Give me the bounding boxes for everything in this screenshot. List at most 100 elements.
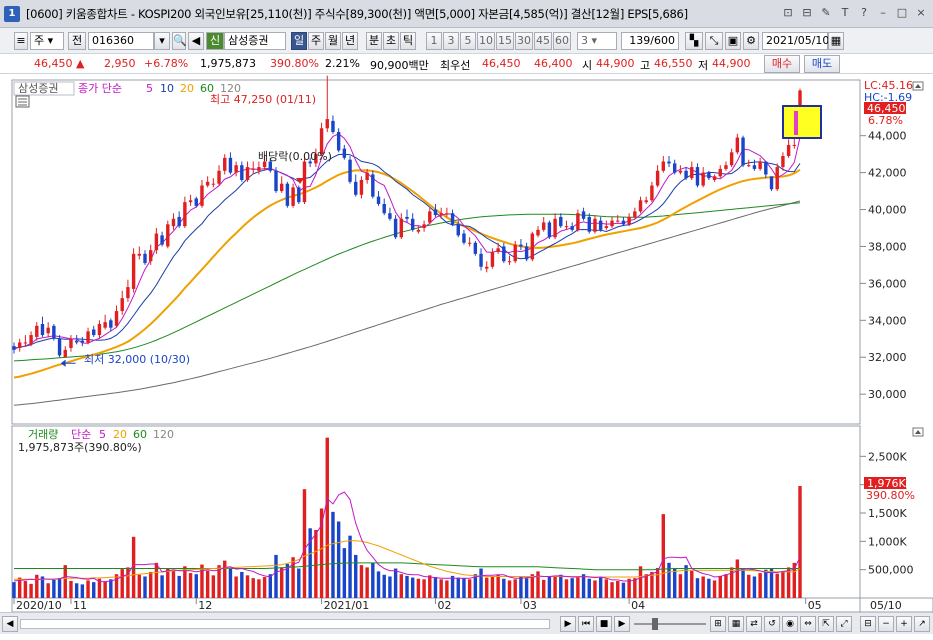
interval-1-button[interactable]: 1 xyxy=(426,32,442,50)
fit-icon[interactable]: ⇱ xyxy=(818,616,834,632)
candle-up xyxy=(46,327,50,334)
chart-settings-icon[interactable]: ⊞ xyxy=(710,616,726,632)
period-year-button[interactable]: 년 xyxy=(342,32,358,50)
candle-up xyxy=(513,244,517,262)
candle-down xyxy=(92,329,96,336)
calendar-icon[interactable]: ▦ xyxy=(828,32,844,50)
volume-bar-up xyxy=(496,574,500,598)
line-tool-icon[interactable]: ⤡ xyxy=(705,32,723,50)
prev-button[interactable]: 전 xyxy=(68,32,86,50)
candle-up xyxy=(467,242,472,244)
interval-45-button[interactable]: 45 xyxy=(534,32,552,50)
data-count-field[interactable]: 139/600 xyxy=(621,32,679,50)
x-axis-label: 03 xyxy=(523,599,537,612)
date-field[interactable]: 2021/05/10 xyxy=(762,32,829,50)
maximize-button[interactable]: □ xyxy=(894,5,910,21)
interval-3-button[interactable]: 3 xyxy=(443,32,459,50)
candle-up xyxy=(729,152,734,166)
current-price: 46,450 xyxy=(34,57,73,70)
volume-bar-up xyxy=(171,570,176,598)
interval-5-button[interactable]: 5 xyxy=(460,32,476,50)
zoom-slider-handle[interactable] xyxy=(652,618,658,630)
candle-down xyxy=(410,218,415,230)
chart-scrollbar[interactable]: ◀ ▶ ⏮ ■ ▶ ⊞ ▦ ⇄ ↺ ◉ ⇔ ⇱ ⤢ ⊟ − + ↗ xyxy=(0,612,933,634)
period-month-button[interactable]: 월 xyxy=(325,32,341,50)
play-button[interactable]: ▶ xyxy=(614,616,630,632)
ma10-legend: 10 xyxy=(160,82,174,95)
stop-button[interactable]: ■ xyxy=(596,616,612,632)
pan-icon[interactable]: ⤢ xyxy=(836,616,852,632)
code-dropdown-button[interactable]: ▾ xyxy=(154,32,170,50)
sell-button[interactable]: 매도 xyxy=(804,55,840,73)
speaker-icon[interactable]: ◀ xyxy=(188,32,204,50)
interval-select[interactable]: 3 ▾ xyxy=(577,32,617,50)
stock-code-input[interactable]: 016360 xyxy=(88,32,154,50)
interval-10-button[interactable]: 10 xyxy=(477,32,495,50)
stock-chart[interactable]: 44,000 42,000 40,000 38,000 36,000 34,000 32,0… xyxy=(0,43,933,613)
minimize-button[interactable]: – xyxy=(875,5,891,21)
open-label: 시 xyxy=(582,59,593,72)
x-axis-right-date: 05/10 xyxy=(870,599,902,612)
text-size-icon[interactable]: T xyxy=(837,5,853,21)
layout-icon[interactable]: ⊡ xyxy=(780,5,796,21)
period-day-button[interactable]: 일 xyxy=(291,32,307,50)
candle-down xyxy=(450,213,455,225)
expand-arrow-icon[interactable]: ↗ xyxy=(914,616,930,632)
period-select[interactable]: 주 ▾ xyxy=(30,32,64,50)
candle-down xyxy=(194,198,198,206)
chart-type-icon[interactable]: ▚ xyxy=(685,32,703,50)
interval-60-button[interactable]: 60 xyxy=(553,32,571,50)
gear-icon[interactable]: ⚙ xyxy=(743,32,759,50)
rewind-button[interactable]: ⏮ xyxy=(578,616,594,632)
volume-bar-up xyxy=(86,580,90,598)
volume-bar-up xyxy=(223,560,227,598)
candle-up xyxy=(490,252,495,267)
view-mode-icon[interactable]: ⊟ xyxy=(860,616,876,632)
scroll-left-button[interactable]: ◀ xyxy=(2,616,18,632)
help-icon[interactable]: ? xyxy=(856,5,872,21)
grid-icon[interactable]: ▦ xyxy=(728,616,744,632)
zoom-out-button[interactable]: − xyxy=(878,616,894,632)
link-icon[interactable]: ⇄ xyxy=(746,616,762,632)
volume-bar-up xyxy=(593,580,597,598)
chart-area[interactable]: 44,000 42,000 40,000 38,000 36,000 34,000 32,0… xyxy=(0,43,933,640)
candle-up xyxy=(200,185,204,206)
candle-up xyxy=(126,287,130,299)
period-second-button[interactable]: 초 xyxy=(383,32,399,50)
ruler-icon[interactable]: ⇔ xyxy=(800,616,816,632)
volume-bar-up xyxy=(513,579,517,598)
price-tick-label: 30,000 xyxy=(868,388,907,401)
up-arrow-icon: ▲ xyxy=(76,57,85,70)
candle-down xyxy=(388,213,392,219)
x-axis-label: 12 xyxy=(198,599,212,612)
current-pct-label: 6.78% xyxy=(868,114,903,127)
volume-bar-up xyxy=(661,514,666,598)
volume-bar-up xyxy=(701,576,705,598)
interval-30-button[interactable]: 30 xyxy=(515,32,533,50)
scroll-track[interactable] xyxy=(20,619,550,629)
search-icon[interactable]: 🔍 xyxy=(172,32,187,50)
list-icon[interactable]: ≡ xyxy=(14,32,28,50)
candle-up xyxy=(576,213,580,230)
period-tick-button[interactable]: 틱 xyxy=(400,32,416,50)
close-button[interactable]: × xyxy=(913,5,929,21)
realtime-indicator-box[interactable] xyxy=(782,105,822,139)
zoom-slider-track[interactable] xyxy=(634,623,706,625)
buy-button[interactable]: 매수 xyxy=(764,55,800,73)
split-icon[interactable]: ⊟ xyxy=(799,5,815,21)
volume-bar-down xyxy=(12,582,16,598)
period-week-button[interactable]: 주 xyxy=(308,32,324,50)
save-icon[interactable]: ▣ xyxy=(725,32,741,50)
volume-bar-up xyxy=(644,574,648,598)
interval-15-button[interactable]: 15 xyxy=(496,32,514,50)
pin-icon[interactable]: ✎ xyxy=(818,5,834,21)
scroll-right-button[interactable]: ▶ xyxy=(560,616,576,632)
volume-bar-up xyxy=(416,578,421,598)
restore-icon[interactable]: ↺ xyxy=(764,616,780,632)
stock-name-field: 삼성증권 xyxy=(224,32,286,50)
eye-icon[interactable]: ◉ xyxy=(782,616,798,632)
volume-bar-up xyxy=(775,573,779,598)
period-minute-button[interactable]: 분 xyxy=(366,32,382,50)
candle-down xyxy=(40,324,45,336)
zoom-in-button[interactable]: + xyxy=(896,616,912,632)
